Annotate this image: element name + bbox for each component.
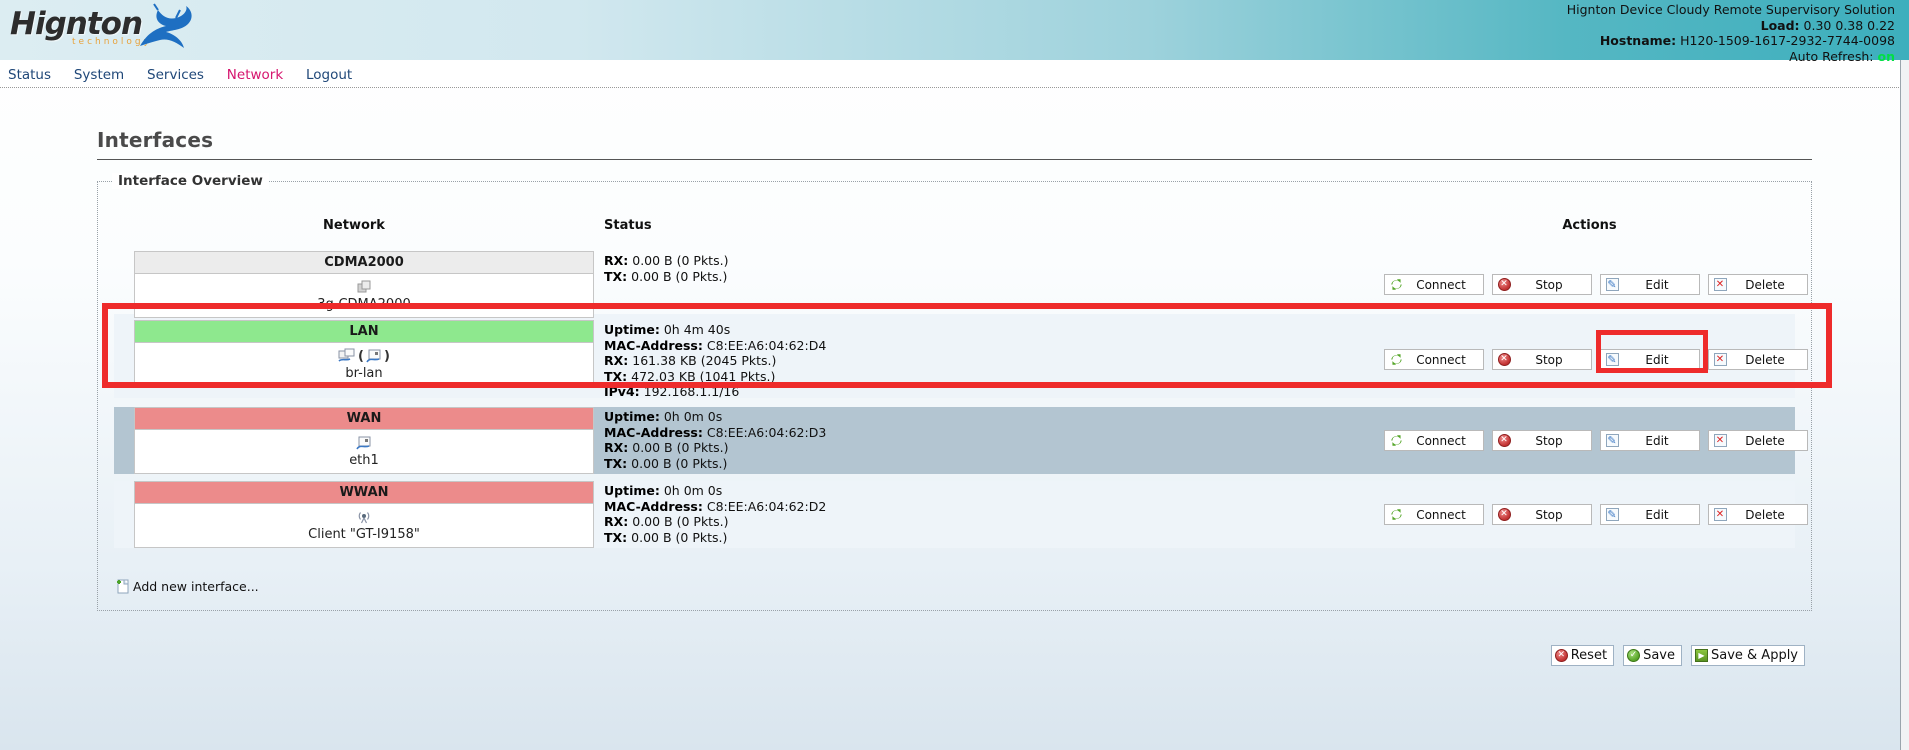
save-button[interactable]: ✓Save xyxy=(1623,645,1682,666)
device-info-panel: Hignton Device Cloudy Remote Supervisory… xyxy=(1567,2,1895,64)
add-interface-icon xyxy=(114,578,130,594)
actions-cell-wan: Connect ✕Stop ✎Edit ✕Delete xyxy=(1384,407,1808,474)
stop-icon: ✕ xyxy=(1497,508,1511,522)
interface-name: eth1 xyxy=(135,453,593,468)
auto-refresh-line: Auto Refresh: on xyxy=(1567,49,1895,65)
hostname-line: Hostname: H120-1509-1617-2932-7744-0098 xyxy=(1567,33,1895,49)
interface-overview-section: Interface Overview Network Status Action… xyxy=(97,181,1812,611)
status-cell-lan: Uptime: 0h 4m 40s MAC-Address: C8:EE:A6:… xyxy=(594,320,1384,400)
column-header-network: Network xyxy=(114,218,594,236)
delete-icon: ✕ xyxy=(1713,278,1727,292)
save-icon: ✓ xyxy=(1627,649,1640,662)
save-apply-icon: ▶ xyxy=(1695,649,1708,662)
connect-icon xyxy=(1389,278,1403,292)
bridge-icon xyxy=(338,348,356,364)
interface-name: br-lan xyxy=(135,366,593,381)
network-cell-cdma2000: CDMA2000 3g-CDMA2000 xyxy=(134,251,594,318)
edit-icon: ✎ xyxy=(1605,434,1619,448)
connect-icon xyxy=(1389,434,1403,448)
nav-item-network[interactable]: Network xyxy=(227,67,283,83)
edit-button[interactable]: ✎Edit xyxy=(1600,274,1700,295)
load-line: Load: 0.30 0.38 0.22 xyxy=(1567,18,1895,34)
status-cell-wan: Uptime: 0h 0m 0s MAC-Address: C8:EE:A6:0… xyxy=(594,407,1384,474)
reset-icon: ✕ xyxy=(1555,649,1568,662)
vertical-scrollbar[interactable] xyxy=(1900,60,1909,750)
edit-button[interactable]: ✎Edit xyxy=(1600,430,1700,451)
save-apply-button[interactable]: ▶Save & Apply xyxy=(1691,645,1805,666)
title-divider xyxy=(97,159,1812,160)
delete-button[interactable]: ✕Delete xyxy=(1708,349,1808,370)
ethernet-icon xyxy=(356,435,372,451)
section-legend: Interface Overview xyxy=(112,173,269,189)
nav-item-status[interactable]: Status xyxy=(8,67,51,83)
edit-icon: ✎ xyxy=(1605,278,1619,292)
delete-button[interactable]: ✕Delete xyxy=(1708,274,1808,295)
brand-logo: Hignton technology xyxy=(10,6,152,47)
nav-item-services[interactable]: Services xyxy=(147,67,204,83)
connect-button[interactable]: Connect xyxy=(1384,274,1484,295)
page-title: Interfaces xyxy=(97,128,1812,152)
edit-icon: ✎ xyxy=(1605,508,1619,522)
edit-icon: ✎ xyxy=(1605,353,1619,367)
column-header-actions: Actions xyxy=(1384,218,1795,236)
cdma-3g-icon xyxy=(356,279,372,295)
nav-item-logout[interactable]: Logout xyxy=(306,67,352,83)
connect-icon xyxy=(1389,353,1403,367)
connect-icon xyxy=(1389,508,1403,522)
stop-icon: ✕ xyxy=(1497,278,1511,292)
network-name-wan: WAN xyxy=(135,408,593,430)
table-row-wan: WAN eth1 Uptime: 0h 0m 0s MAC-Address: C… xyxy=(114,407,1795,474)
delete-icon: ✕ xyxy=(1713,434,1727,448)
delete-icon: ✕ xyxy=(1713,508,1727,522)
status-cell-cdma2000: RX: 0.00 B (0 Pkts.) TX: 0.00 B (0 Pkts.… xyxy=(594,251,1384,318)
connect-button[interactable]: Connect xyxy=(1384,430,1484,451)
table-header-row: Network Status Actions xyxy=(114,218,1795,236)
edit-button[interactable]: ✎Edit xyxy=(1600,504,1700,525)
wifi-icon xyxy=(356,509,372,525)
edit-button[interactable]: ✎Edit xyxy=(1600,349,1700,370)
network-name-lan: LAN xyxy=(135,321,593,343)
nav-item-system[interactable]: System xyxy=(74,67,124,83)
interface-name: Client "GT-I9158" xyxy=(135,527,593,542)
stop-icon: ✕ xyxy=(1497,353,1511,367)
connect-button[interactable]: Connect xyxy=(1384,349,1484,370)
network-cell-wwan: WWAN Client "GT-I9158" xyxy=(134,481,594,548)
auto-refresh-status[interactable]: on xyxy=(1878,49,1896,64)
table-row-wwan: WWAN Client "GT-I9158" Uptime: 0h 0m 0s … xyxy=(114,481,1795,548)
table-row-cdma2000: CDMA2000 3g-CDMA2000 RX: 0.00 B (0 Pkts.… xyxy=(114,251,1795,313)
delete-button[interactable]: ✕Delete xyxy=(1708,430,1808,451)
table-row-lan: LAN ( ) br-lan Uptime: 0h 4m 40s MAC-Add… xyxy=(114,314,1795,398)
delete-icon: ✕ xyxy=(1713,353,1727,367)
network-cell-lan: LAN ( ) br-lan xyxy=(134,320,594,387)
stop-button[interactable]: ✕Stop xyxy=(1492,349,1592,370)
stop-button[interactable]: ✕Stop xyxy=(1492,274,1592,295)
network-name-wwan: WWAN xyxy=(135,482,593,504)
add-new-interface-link[interactable]: Add new interface... xyxy=(114,578,259,594)
gazelle-logo-icon xyxy=(128,2,198,54)
delete-button[interactable]: ✕Delete xyxy=(1708,504,1808,525)
main-nav: Status System Services Network Logout xyxy=(0,60,1909,88)
form-footer: ✕Reset ✓Save ▶Save & Apply xyxy=(0,645,1805,666)
network-cell-wan: WAN eth1 xyxy=(134,407,594,474)
app-header: Hignton technology Hignton Device Cloudy… xyxy=(0,0,1909,60)
actions-cell-lan: Connect ✕Stop ✎Edit ✕Delete xyxy=(1384,320,1808,400)
connect-button[interactable]: Connect xyxy=(1384,504,1484,525)
column-header-status: Status xyxy=(594,218,1384,236)
ethernet-icon xyxy=(366,348,382,364)
status-cell-wwan: Uptime: 0h 0m 0s MAC-Address: C8:EE:A6:0… xyxy=(594,481,1384,548)
stop-icon: ✕ xyxy=(1497,434,1511,448)
interface-name: 3g-CDMA2000 xyxy=(135,297,593,312)
network-name-cdma2000: CDMA2000 xyxy=(135,252,593,274)
stop-button[interactable]: ✕Stop xyxy=(1492,504,1592,525)
device-title: Hignton Device Cloudy Remote Supervisory… xyxy=(1567,2,1895,18)
reset-button[interactable]: ✕Reset xyxy=(1551,645,1614,666)
stop-button[interactable]: ✕Stop xyxy=(1492,430,1592,451)
actions-cell-cdma2000: Connect ✕Stop ✎Edit ✕Delete xyxy=(1384,251,1808,318)
actions-cell-wwan: Connect ✕Stop ✎Edit ✕Delete xyxy=(1384,481,1808,548)
page-content: Interfaces Interface Overview Network St… xyxy=(0,88,1909,666)
